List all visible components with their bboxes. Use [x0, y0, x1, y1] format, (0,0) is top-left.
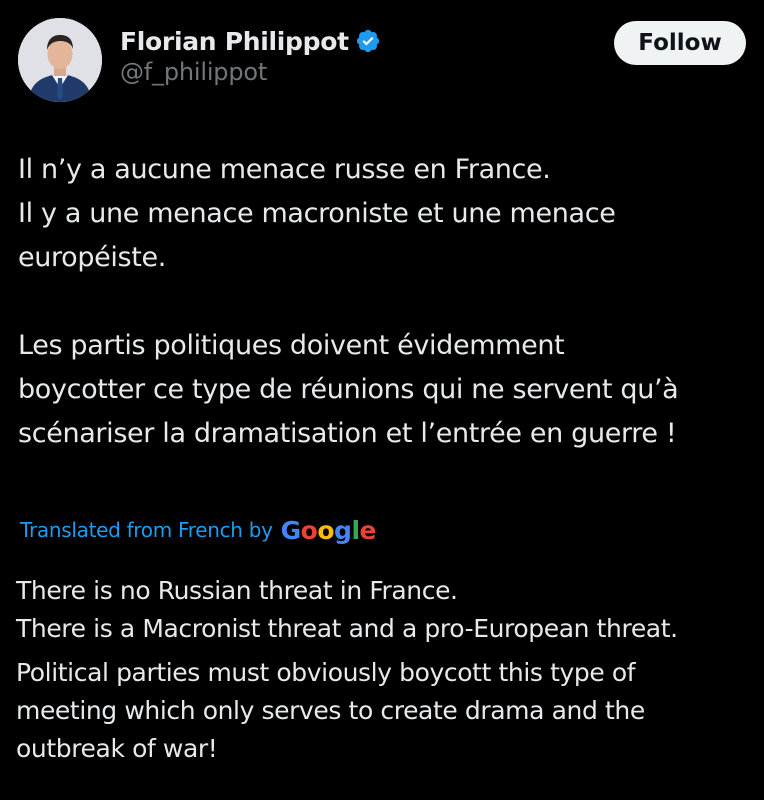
google-logo-letter: e: [359, 515, 377, 545]
tweet-paragraph: Il n’y a aucune menace russe en France. …: [18, 148, 746, 280]
translated-line: outbreak of war!: [16, 734, 218, 763]
google-logo-letter: o: [300, 515, 318, 545]
tweet-line: Les partis politiques doivent évidemment: [18, 330, 565, 361]
tweet-line: Il n’y a aucune menace russe en France.: [18, 154, 551, 185]
google-logo: Google: [280, 515, 377, 545]
follow-button[interactable]: Follow: [614, 21, 746, 65]
google-logo-letter: g: [334, 515, 352, 545]
tweet-line: scénariser la dramatisation et l’entrée …: [18, 418, 677, 449]
tweet-line: Il y a une menace macroniste et une mena…: [18, 198, 616, 229]
google-logo-letter: G: [280, 515, 302, 545]
translated-paragraph: There is no Russian threat in France. Th…: [16, 572, 748, 648]
avatar[interactable]: [18, 18, 102, 102]
google-logo-letter: l: [351, 515, 360, 545]
tweet-text: Il n’y a aucune menace russe en France. …: [18, 148, 746, 456]
tweet-header: Florian Philippot @f_philippot Follow: [18, 18, 746, 104]
avatar-photo: [18, 18, 102, 102]
translated-line: meeting which only serves to create dram…: [16, 696, 645, 725]
translated-line: There is a Macronist threat and a pro-Eu…: [16, 614, 678, 643]
translated-from-label[interactable]: Translated from French by: [20, 518, 273, 542]
tweet-line: boycotter ce type de réunions qui ne ser…: [18, 374, 679, 405]
tweet-line: européiste.: [18, 242, 166, 273]
translation-attribution[interactable]: Translated from French by Google: [20, 510, 377, 550]
translated-line: There is no Russian threat in France.: [16, 576, 458, 605]
name-row: Florian Philippot: [120, 24, 381, 58]
handle[interactable]: @f_philippot: [120, 58, 381, 86]
translated-line: Political parties must obviously boycott…: [16, 658, 636, 687]
google-logo-letter: o: [317, 515, 335, 545]
translated-text: There is no Russian threat in France. Th…: [16, 572, 748, 768]
translated-paragraph: Political parties must obviously boycott…: [16, 654, 748, 768]
verified-badge-icon: [355, 28, 381, 54]
tweet-paragraph: Les partis politiques doivent évidemment…: [18, 324, 746, 456]
author-block: Florian Philippot @f_philippot: [120, 24, 381, 86]
display-name[interactable]: Florian Philippot: [120, 27, 349, 56]
